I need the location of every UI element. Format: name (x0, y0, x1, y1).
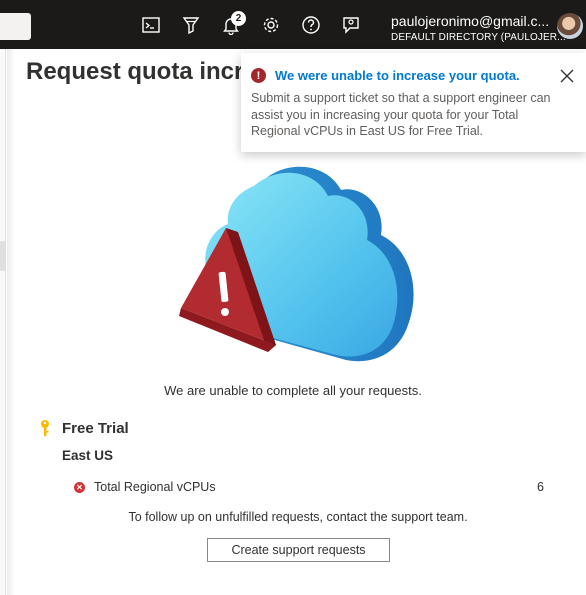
create-support-requests-button[interactable]: Create support requests (207, 538, 390, 562)
key-icon (40, 419, 50, 437)
avatar[interactable] (557, 13, 583, 39)
search-box[interactable] (0, 13, 31, 40)
directory-filter-icon[interactable] (178, 11, 204, 39)
left-nav-selected-item[interactable] (0, 241, 6, 271)
error-notification-toast: ! We were unable to increase your quota.… (241, 53, 586, 152)
close-icon[interactable] (559, 68, 575, 84)
quota-value: 6 (537, 480, 544, 494)
toast-title: We were unable to increase your quota. (275, 68, 520, 83)
status-message: We are unable to complete all your reque… (164, 383, 422, 398)
error-x-icon: ✕ (74, 482, 85, 493)
settings-icon[interactable] (258, 11, 284, 39)
top-bar: 2 paulojeronimo@gmail.c... DEFAULT DIREC… (0, 0, 586, 49)
subscription-row: Free Trial (40, 419, 129, 437)
quota-row: ✕ Total Regional vCPUs 6 (74, 480, 544, 496)
follow-up-text: To follow up on unfulfilled requests, co… (128, 510, 468, 524)
toast-body: Submit a support ticket so that a suppor… (251, 91, 551, 138)
cloud-shell-icon[interactable] (138, 11, 164, 39)
feedback-icon[interactable] (338, 11, 364, 39)
subscription-name: Free Trial (62, 419, 129, 437)
account-email: paulojeronimo@gmail.c... (391, 13, 550, 29)
help-icon[interactable] (298, 11, 324, 39)
region-name: East US (62, 448, 114, 463)
account-directory: DEFAULT DIRECTORY (PAULOJER... (391, 32, 566, 43)
page-title: Request quota incre (26, 58, 257, 85)
error-icon: ! (251, 68, 266, 83)
notifications-icon[interactable]: 2 (218, 11, 246, 39)
account-menu[interactable]: paulojeronimo@gmail.c... DEFAULT DIRECTO… (391, 13, 566, 44)
quota-name: Total Regional vCPUs (94, 480, 216, 494)
warning-cloud-illustration (176, 160, 426, 375)
notification-count-badge: 2 (231, 11, 246, 26)
